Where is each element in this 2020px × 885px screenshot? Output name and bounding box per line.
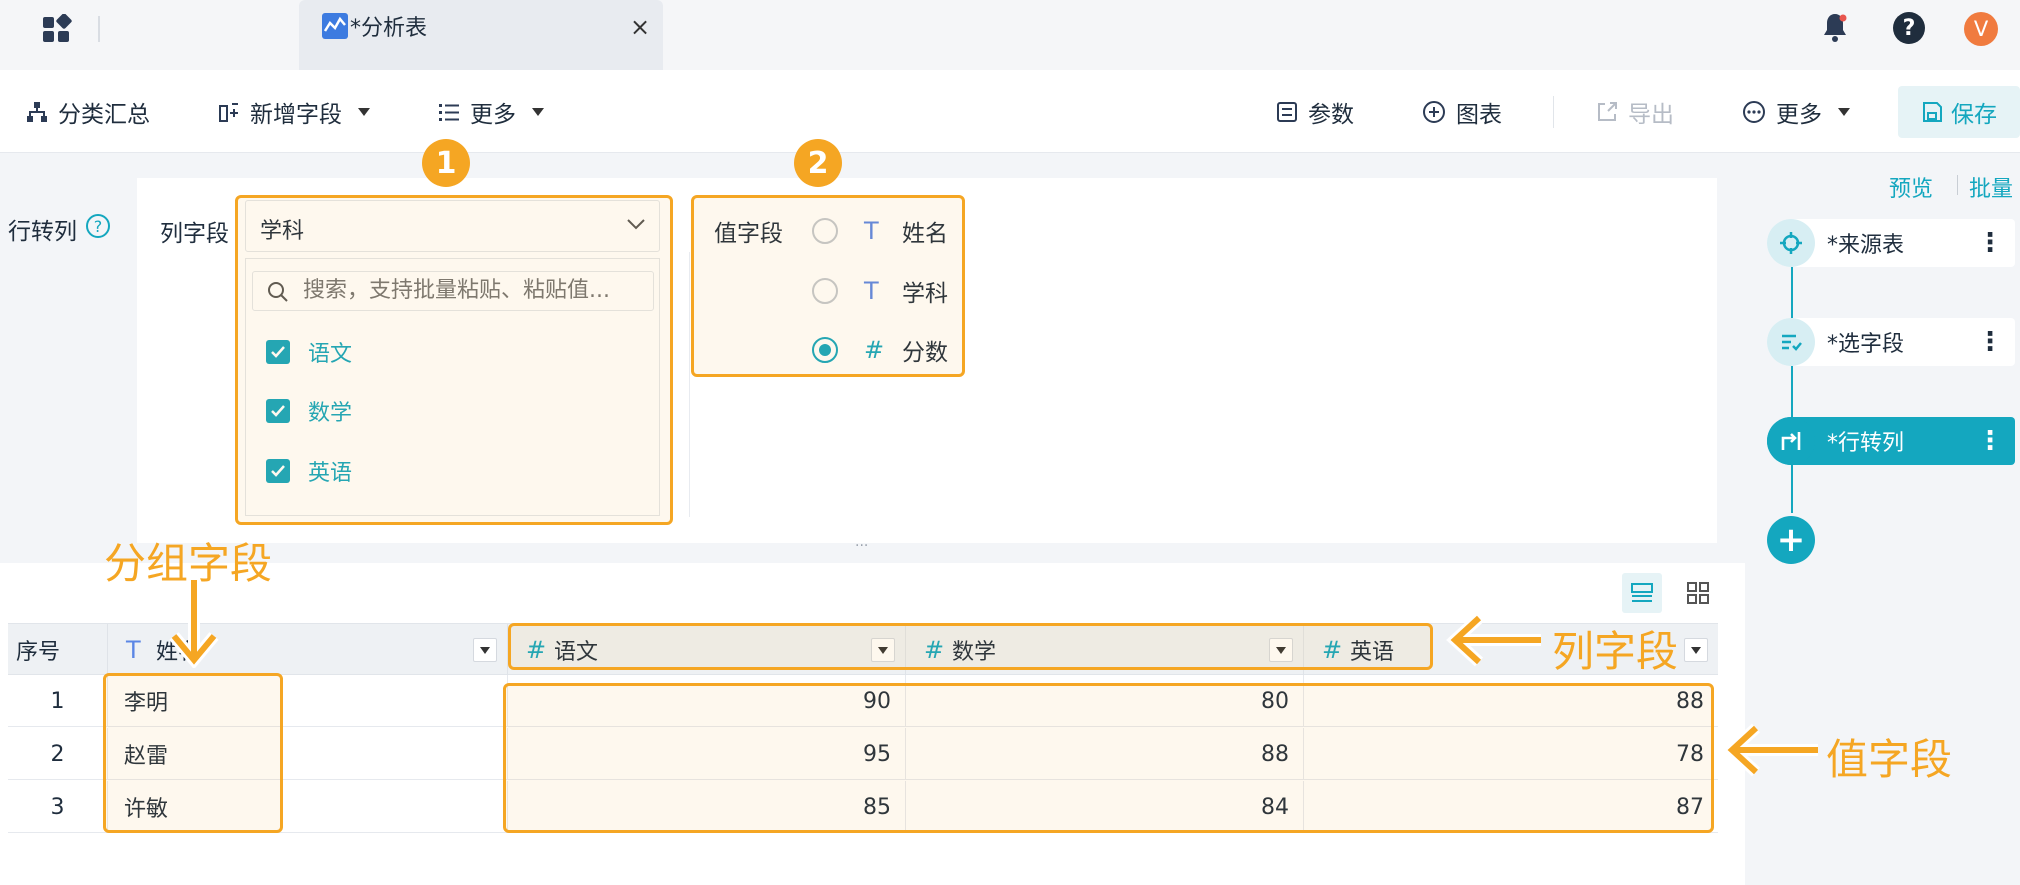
- cell-index: 1: [8, 675, 108, 727]
- export-label: 导出: [1628, 102, 1674, 128]
- chart-label: 图表: [1456, 102, 1502, 128]
- group-summary-button[interactable]: 分类汇总: [26, 94, 150, 130]
- highlight-group-field: [103, 673, 283, 833]
- step-label: *来源表: [1827, 233, 1905, 258]
- pipeline-connector: [1791, 243, 1793, 513]
- help-circle-icon[interactable]: ?: [86, 214, 110, 238]
- hierarchy-icon: [26, 101, 48, 123]
- chevron-down-icon[interactable]: [473, 638, 497, 662]
- cell-index: 3: [8, 781, 108, 833]
- resize-handle[interactable]: ···: [855, 538, 868, 554]
- params-button[interactable]: 参数: [1276, 94, 1354, 130]
- toolbar: 分类汇总 新增字段 更多 参数 图表 导出 更多 保存: [0, 70, 2020, 153]
- save-button[interactable]: 保存: [1898, 86, 2020, 138]
- chevron-down-icon: [358, 108, 370, 116]
- save-label: 保存: [1951, 102, 1997, 128]
- plus-circle-icon: [1422, 100, 1446, 124]
- more-vertical-icon[interactable]: ⋮: [1977, 327, 2003, 357]
- panel-divider: [689, 252, 690, 517]
- more-vertical-icon[interactable]: ⋮: [1977, 228, 2003, 258]
- analysis-chart-icon: [322, 13, 348, 39]
- add-step-button[interactable]: +: [1767, 516, 1815, 564]
- export-button[interactable]: 导出: [1596, 94, 1674, 130]
- avatar[interactable]: V: [1964, 12, 1998, 46]
- close-icon[interactable]: ×: [630, 13, 650, 41]
- highlight-column-headers: [508, 623, 1433, 670]
- crosshair-icon: [1767, 219, 1815, 267]
- column-field-label: 列字段: [160, 221, 229, 247]
- step-label: *行转列: [1827, 431, 1905, 456]
- step-source-table[interactable]: *来源表 ⋮: [1767, 219, 2015, 267]
- chevron-down-icon[interactable]: [1684, 638, 1708, 662]
- chevron-down-icon: [532, 108, 544, 116]
- tab-divider: [98, 16, 100, 42]
- highlight-value-cells: [503, 683, 1714, 833]
- arrow-left-icon: [1445, 612, 1545, 668]
- highlight-column-field: [235, 195, 673, 525]
- grid-view-icon[interactable]: [1678, 573, 1718, 613]
- cell-index: 2: [8, 728, 108, 780]
- list-view-icon[interactable]: [1622, 573, 1662, 613]
- annotation-value-field: 值字段: [1826, 735, 1953, 784]
- more-circle-icon: [1742, 100, 1766, 124]
- more-right-label: 更多: [1776, 102, 1822, 128]
- annotation-column-field: 列字段: [1552, 627, 1679, 676]
- tab-title: *分析表: [350, 16, 428, 41]
- chart-button[interactable]: 图表: [1422, 94, 1502, 130]
- section-label: 行转列: [8, 219, 77, 245]
- column-header-index: 序号: [8, 624, 108, 676]
- step-label: *选字段: [1827, 332, 1905, 357]
- tab-bar: *分析表 × ? V: [0, 0, 2020, 70]
- save-icon: [1921, 101, 1943, 123]
- badge-2: 2: [794, 139, 842, 187]
- params-label: 参数: [1308, 102, 1354, 128]
- more-vertical-icon[interactable]: ⋮: [1977, 426, 2003, 456]
- help-icon[interactable]: ?: [1893, 12, 1925, 44]
- add-field-button[interactable]: 新增字段: [218, 94, 370, 130]
- batch-link[interactable]: 批量: [1969, 171, 2013, 203]
- add-column-icon: [218, 101, 240, 123]
- more-left-button[interactable]: 更多: [438, 94, 544, 130]
- preview-link[interactable]: 预览: [1889, 171, 1933, 203]
- export-icon: [1596, 101, 1618, 123]
- chevron-down-icon: [1838, 108, 1850, 116]
- link-divider: [1957, 175, 1958, 195]
- header-label: 序号: [16, 640, 61, 665]
- step-select-fields[interactable]: *选字段 ⋮: [1767, 318, 2015, 366]
- pivot-icon: [1767, 417, 1815, 465]
- params-icon: [1276, 101, 1298, 123]
- field-select-icon: [1767, 318, 1815, 366]
- arrow-left-icon: [1722, 722, 1822, 778]
- badge-1: 1: [422, 139, 470, 187]
- bell-icon[interactable]: [1822, 12, 1848, 44]
- more-left-label: 更多: [470, 102, 516, 128]
- add-field-label: 新增字段: [250, 102, 342, 128]
- app-grid-icon[interactable]: [42, 14, 72, 44]
- toolbar-divider: [1553, 96, 1554, 128]
- step-row-to-column[interactable]: *行转列 ⋮: [1767, 417, 2015, 465]
- arrow-down-icon: [168, 578, 220, 668]
- group-summary-label: 分类汇总: [58, 102, 150, 128]
- highlight-value-field: [691, 195, 965, 377]
- list-icon: [438, 101, 460, 123]
- text-type-icon: T: [126, 636, 141, 664]
- more-right-button[interactable]: 更多: [1742, 94, 1850, 130]
